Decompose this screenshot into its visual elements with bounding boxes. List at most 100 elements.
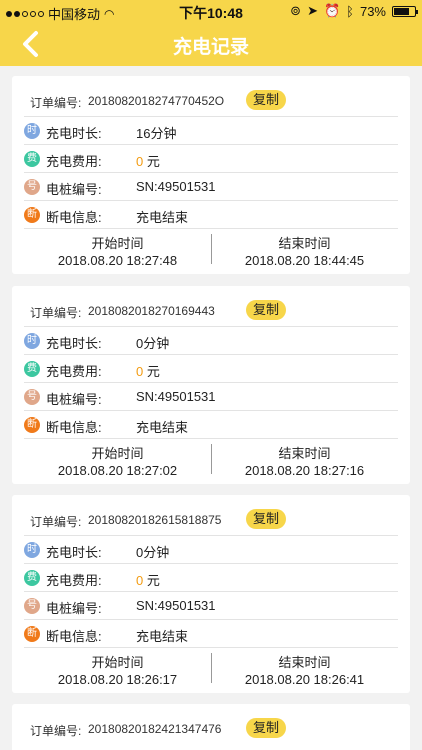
duration-label: 充电时长: (46, 126, 102, 141)
start-time-label: 开始时间 (91, 655, 144, 670)
pile-label: 电桩编号: (46, 182, 102, 197)
disconnect-value: 充电结束 (136, 420, 189, 435)
start-time-value: 2018.08.20 18:26:17 (57, 672, 178, 687)
order-label: 订单编号: (30, 515, 82, 529)
fee-unit: 元 (146, 154, 160, 169)
order-label: 订单编号: (30, 724, 82, 738)
pile-row: 号 电桩编号: SN:49501531 (24, 172, 398, 200)
record-card: 订单编号: 2018082018242134747​6 复制 (12, 704, 410, 750)
fee-label: 充电费用: (46, 154, 102, 169)
nav-bar: 充电记录 (0, 22, 422, 66)
order-number: 2018082018261581887​5 (88, 513, 222, 527)
start-time-label: 开始时间 (91, 446, 144, 461)
order-number: 2018082018242134747​6 (88, 722, 222, 736)
order-label: 订单编号: (30, 306, 82, 320)
order-number: 2018082018274770452O (88, 94, 225, 108)
time-row: 开始时间 2018.08.20 18:27:48 结束时间 2018.08.20… (24, 228, 398, 268)
copy-button[interactable]: 复制 (246, 300, 286, 320)
disconnect-row: 断 断电信息: 充电结束 (24, 200, 398, 228)
duration-value: 16分钟 (136, 126, 177, 141)
pile-number-icon: 号 (24, 389, 40, 405)
fee-label: 充电费用: (46, 364, 102, 379)
disconnect-icon: 断 (24, 417, 40, 433)
status-right: ⊚ ➤ ⏰ ᛒ 73% (290, 3, 418, 19)
start-time-col: 开始时间 2018.08.20 18:26:17 (24, 648, 211, 688)
copy-button[interactable]: 复制 (246, 509, 286, 529)
disconnect-value: 充电结束 (136, 629, 189, 644)
fee-unit: 元 (146, 364, 160, 379)
disconnect-row: 断 断电信息: 充电结束 (24, 619, 398, 647)
fee-value: 0 元 (136, 151, 160, 170)
fee-amount: 0 (136, 364, 144, 379)
disconnect-value: 充电结束 (136, 210, 189, 225)
fee-amount: 0 (136, 154, 144, 169)
disconnect-label: 断电信息: (46, 420, 102, 435)
copy-button[interactable]: 复制 (246, 718, 286, 738)
end-time-col: 结束时间 2018.08.20 18:27:16 (211, 439, 398, 479)
disconnect-row: 断 断电信息: 充电结束 (24, 410, 398, 438)
fee-unit: 元 (146, 573, 160, 588)
time-row: 开始时间 2018.08.20 18:27:02 结束时间 2018.08.20… (24, 438, 398, 478)
start-time-col: 开始时间 2018.08.20 18:27:02 (24, 439, 211, 479)
start-time-col: 开始时间 2018.08.20 18:27:48 (24, 229, 211, 269)
duration-value: 0分钟 (136, 336, 170, 351)
disconnect-icon: 断 (24, 626, 40, 642)
pile-number-icon: 号 (24, 179, 40, 195)
time-row: 开始时间 2018.08.20 18:26:17 结束时间 2018.08.20… (24, 647, 398, 687)
fee-icon: 费 (24, 151, 40, 167)
alarm-icon: ⏰ (323, 3, 341, 18)
duration-label: 充电时长: (46, 336, 102, 351)
page-title: 充电记录 (172, 37, 249, 58)
duration-value: 0分钟 (136, 545, 170, 560)
end-time-col: 结束时间 2018.08.20 18:26:41 (211, 648, 398, 688)
pile-value: SN:49501531 (136, 179, 216, 194)
fee-label: 充电费用: (46, 573, 102, 588)
end-time-label: 结束时间 (278, 446, 331, 461)
end-time-label: 结束时间 (278, 655, 331, 670)
clock-icon: 时 (24, 123, 40, 139)
end-time-value: 2018.08.20 18:27:16 (244, 463, 365, 478)
record-card: 订单编号: 2018082018274770452O 复制 时 充电时长: 16… (12, 76, 410, 274)
record-card: 订单编号: 2018082018270169443 复制 时 充电时长: 0分钟… (12, 286, 410, 484)
end-time-value: 2018.08.20 18:26:41 (244, 672, 365, 687)
fee-value: 0 元 (136, 361, 160, 380)
disconnect-icon: 断 (24, 207, 40, 223)
header: 中国移动 ◠ 下午10:48 ⊚ ➤ ⏰ ᛒ 73% 充电记录 (0, 0, 422, 66)
fee-amount: 0 (136, 573, 144, 588)
pile-value: SN:49501531 (136, 389, 216, 404)
clock-icon: 时 (24, 542, 40, 558)
record-card: 订单编号: 2018082018261581887​5 复制 时 充电时长: 0… (12, 495, 410, 693)
duration-label: 充电时长: (46, 545, 102, 560)
pile-row: 号 电桩编号: SN:49501531 (24, 591, 398, 619)
start-time-value: 2018.08.20 18:27:48 (57, 253, 178, 268)
end-time-label: 结束时间 (278, 236, 331, 251)
duration-row: 时 充电时长: 16分钟 (24, 116, 398, 144)
bluetooth-icon: ᛒ (346, 3, 354, 19)
pile-row: 号 电桩编号: SN:49501531 (24, 382, 398, 410)
disconnect-label: 断电信息: (46, 210, 102, 225)
start-time-label: 开始时间 (91, 236, 144, 251)
start-time-value: 2018.08.20 18:27:02 (57, 463, 178, 478)
order-row: 订单编号: 2018082018242134747​6 复制 (12, 704, 410, 750)
duration-row: 时 充电时长: 0分钟 (24, 326, 398, 354)
pile-number-icon: 号 (24, 598, 40, 614)
pile-label: 电桩编号: (46, 392, 102, 407)
battery-percent: 73% (359, 3, 386, 19)
location-icon: ➤ (307, 3, 318, 18)
fee-row: 费 充电费用: 0 元 (24, 563, 398, 591)
duration-row: 时 充电时长: 0分钟 (24, 535, 398, 563)
copy-button[interactable]: 复制 (246, 90, 286, 110)
clock-icon: 时 (24, 333, 40, 349)
fee-value: 0 元 (136, 570, 160, 589)
order-label: 订单编号: (30, 96, 82, 110)
fee-row: 费 充电费用: 0 元 (24, 354, 398, 382)
disconnect-label: 断电信息: (46, 629, 102, 644)
order-number: 2018082018270169443 (88, 304, 215, 318)
pile-label: 电桩编号: (46, 601, 102, 616)
lock-rotation-icon: ⊚ (290, 3, 302, 18)
fee-icon: 费 (24, 361, 40, 377)
pile-value: SN:49501531 (136, 598, 216, 613)
end-time-col: 结束时间 2018.08.20 18:44:45 (211, 229, 398, 269)
fee-icon: 费 (24, 570, 40, 586)
status-bar: 中国移动 ◠ 下午10:48 ⊚ ➤ ⏰ ᛒ 73% (0, 0, 422, 22)
